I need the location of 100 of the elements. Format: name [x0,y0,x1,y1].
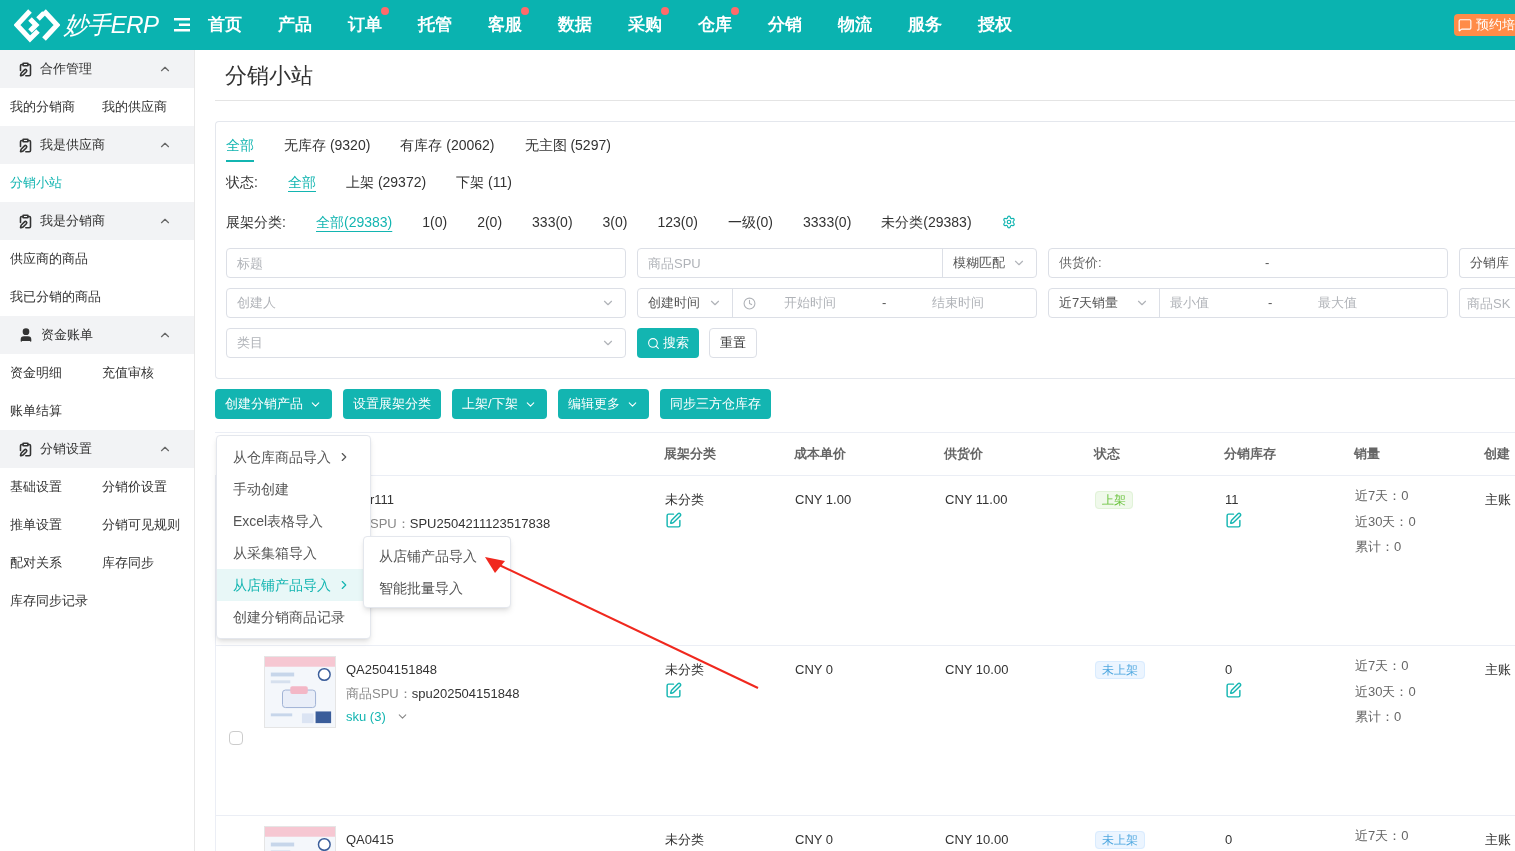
sidebar-item[interactable]: 分销可见规则 [102,515,194,535]
sidebar-item[interactable]: 配对关系 [10,553,102,573]
menu-item[interactable]: 创建分销商品记录 [217,601,370,633]
filter-label: 状态: [226,172,259,192]
sidebar-group-header[interactable]: 我是分销商 [0,202,194,240]
column-header: 展架分类 [664,445,717,464]
sidebar-item[interactable]: 推单设置 [10,515,102,535]
tab[interactable]: 有库存 (20062) [400,135,495,162]
menu-item[interactable]: 手动创建 [217,473,370,505]
sidebar-item[interactable]: 供应商的商品 [10,249,102,269]
sidebar-item[interactable]: 充值审核 [102,363,194,383]
table-cell-text: 未分类 [665,491,704,509]
table-cell: CNY 1.00 [795,492,852,507]
spu-value: spu202504151848 [411,684,520,703]
menu-item[interactable]: 从店铺产品导入 [364,540,510,572]
column-header: 分销库存 [1224,445,1277,464]
table-cell-text: 11 [1225,491,1239,509]
filter-option[interactable]: 下架 (11) [456,171,512,193]
sales-stat: 近30天：0 [1355,682,1417,701]
table-cell: 主账 [1485,492,1511,507]
product-title: QA0415 [346,831,394,849]
chat-icon [1458,18,1472,32]
filter-option[interactable]: 未分类(29383) [881,211,972,233]
column-header: 状态 [1094,445,1121,464]
column-header: 供货价 [944,445,984,464]
filter-label: 展架分类: [226,212,287,232]
clipboard-icon [18,61,33,77]
edit-icon[interactable] [1225,681,1242,699]
sidebar-item[interactable]: 我的分销商 [10,97,102,117]
input-field[interactable]: 分销库 [1459,248,1515,278]
table-cell: CNY 10.00 [945,832,1009,847]
table-cell-text: 0 [1225,831,1233,849]
filter-option[interactable]: 3(0) [602,211,628,233]
product-title: QA2504151848 [346,661,439,679]
menu-item[interactable]: 从仓库商品导入 [217,441,370,473]
table-cell: CNY 11.00 [945,492,1008,507]
sidebar-group-header[interactable]: 分销设置 [0,430,194,468]
logo-icon [14,7,60,43]
clipboard-icon [18,441,33,457]
menu-item[interactable]: Excel表格导入 [217,505,370,537]
sales-stat: 近7天：0 [1355,487,1410,505]
reset-button[interactable]: 重置 [709,328,757,358]
tab[interactable]: 无库存 (9320) [284,135,371,162]
filter-option[interactable]: 2(0) [477,211,503,233]
sidebar-group-header[interactable]: 我是供应商 [0,126,194,164]
table-cell-text: 未分类 [665,831,704,849]
page-title: 分销小站 [225,62,313,90]
table-cell: CNY 0 [795,832,834,847]
column-header: 成本单价 [794,445,847,464]
sidebar-item[interactable]: 我已分销的商品 [10,287,102,307]
menu-icon[interactable] [174,18,190,32]
match-select[interactable]: 模糊匹配 [942,249,1036,277]
sidebar-group-header[interactable]: 合作管理 [0,50,194,88]
spu-search-field[interactable]: 商品SPU 模糊匹配 [637,248,1037,278]
range-separator: - [882,294,888,313]
filter-option[interactable]: 1(0) [422,211,448,233]
status-tag: 未上架 [1095,831,1145,849]
sidebar-group-header[interactable]: 资金账单 [0,316,194,354]
sidebar-item[interactable]: 库存同步 [102,553,194,573]
filter-option[interactable]: 一级(0) [727,211,774,233]
table-cell-text: 未分类 [665,661,704,679]
clipboard-icon [18,213,33,229]
range-separator: - [1268,294,1274,313]
sales-stat: 累计：0 [1355,538,1403,556]
settings-icon[interactable] [1001,215,1016,229]
sidebar-item[interactable]: 资金明细 [10,363,102,383]
clipboard-icon [18,137,33,153]
row-checkbox[interactable] [229,731,243,745]
sidebar-item[interactable]: 分销价设置 [102,477,194,497]
clock-icon [743,296,756,310]
column-header: 销量 [1354,445,1381,464]
select-field[interactable]: 近7天销量 [1049,289,1160,317]
person-icon [18,327,34,343]
table-cell-text: 0 [1225,661,1233,679]
search-icon [647,336,660,350]
tab[interactable]: 无主图 (5297) [524,135,611,162]
edit-icon[interactable] [1225,511,1242,529]
sales-stat: 近7天：0 [1355,657,1410,675]
spu-value: SPU2504211123517838 [409,514,551,533]
edit-icon[interactable] [665,511,682,529]
sidebar-item[interactable]: 账单结算 [10,401,102,421]
sidebar-item[interactable]: 基础设置 [10,477,102,497]
spu-label: SPU： [370,514,410,533]
spu-label: 商品SPU： [346,684,412,703]
filter-option[interactable]: 333(0) [532,211,573,233]
range-separator: - [1265,254,1270,273]
status-tag: 上架 [1095,491,1133,509]
sidebar-item[interactable]: 库存同步记录 [10,591,102,611]
select-field[interactable]: 创建时间 [638,289,733,317]
sales-stat: 近7天：0 [1355,827,1410,845]
filter-option[interactable]: 上架 (29372) [346,171,427,193]
sidebar-item[interactable]: 我的供应商 [102,97,194,117]
input-field[interactable]: 标题 [226,248,626,278]
input-field[interactable]: 商品SK [1459,288,1515,318]
table-cell: CNY 0 [795,662,834,677]
sales-stat: 累计：0 [1355,708,1403,726]
filter-option[interactable]: 123(0) [657,211,698,233]
table-cell: 主账 [1485,662,1511,677]
edit-icon[interactable] [665,681,682,699]
filter-option[interactable]: 3333(0) [803,211,852,233]
